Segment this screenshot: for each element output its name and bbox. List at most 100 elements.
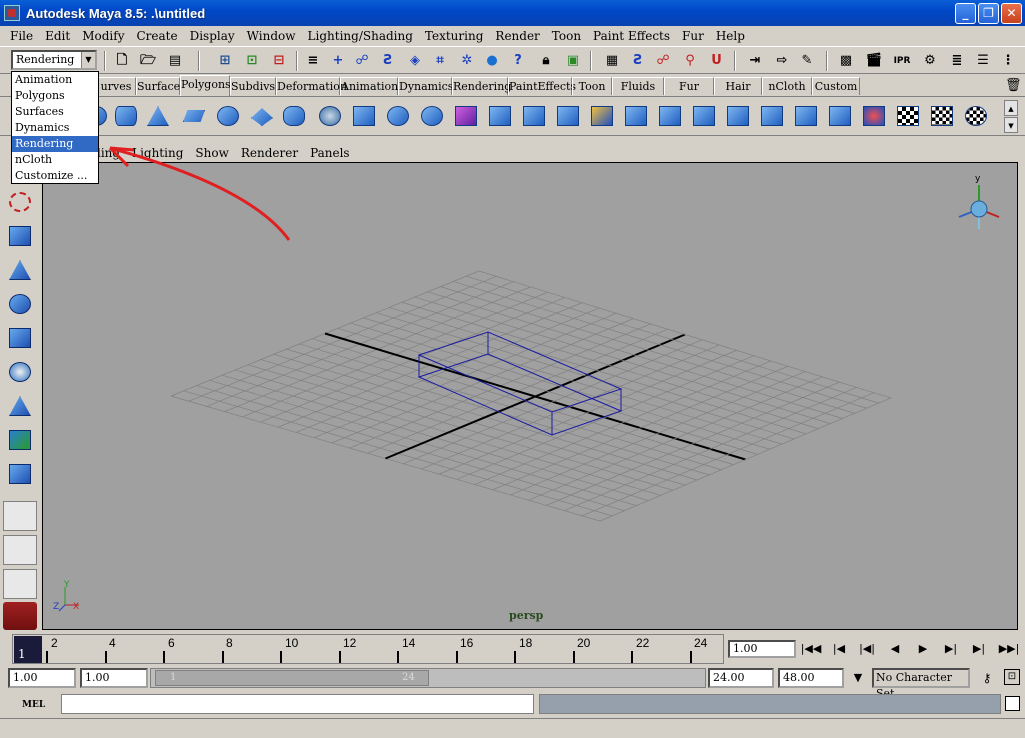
step-back-key-button[interactable]: |◀| xyxy=(856,640,878,658)
render-region-icon[interactable]: ▣ xyxy=(563,51,583,71)
poly-combine-icon[interactable] xyxy=(348,100,380,132)
character-set-chevron-down-icon[interactable]: ▼ xyxy=(848,669,868,687)
poly-plane-icon[interactable] xyxy=(178,100,210,132)
curve-snap-icon[interactable]: Ƨ xyxy=(628,51,648,71)
step-back-frame-button[interactable]: |◀ xyxy=(828,640,850,658)
playback-start-field[interactable]: 1.00 xyxy=(80,668,148,688)
tab-painteffects[interactable]: PaintEffects xyxy=(508,77,576,95)
last-used-tool-icon[interactable] xyxy=(3,458,37,490)
lock-icon[interactable]: 🔒︎ xyxy=(536,51,556,71)
poly-split-icon[interactable] xyxy=(620,100,652,132)
character-set-field[interactable]: No Character Set xyxy=(872,668,970,700)
range-slider-bar[interactable]: 1 24 xyxy=(150,668,706,688)
panel-menu-show[interactable]: Show xyxy=(189,146,234,160)
rotate-tool-icon[interactable] xyxy=(3,288,37,320)
scale-tool-icon[interactable] xyxy=(3,322,37,354)
tab-subdivs[interactable]: Subdivs xyxy=(230,77,276,95)
tab-fur[interactable]: Fur xyxy=(664,77,714,95)
uv-sphere-checker-icon[interactable] xyxy=(960,100,992,132)
poly-wedge-icon[interactable] xyxy=(756,100,788,132)
render-sphere-icon[interactable]: ● xyxy=(482,51,502,71)
poly-cylinder-icon[interactable] xyxy=(110,100,142,132)
tab-surfaces[interactable]: Surfaces xyxy=(136,77,186,95)
current-frame-marker[interactable]: 1 xyxy=(14,636,42,663)
view-axis-gizmo[interactable] xyxy=(958,185,1000,229)
step-forward-key-button[interactable]: ▶| xyxy=(940,640,962,658)
snap-to-curve-icon[interactable]: ☍ xyxy=(352,51,372,71)
dropdown-item-animation[interactable]: Animation xyxy=(12,72,98,88)
panel-menu-panels[interactable]: Panels xyxy=(304,146,356,160)
step-forward-frame-button[interactable]: ▶| xyxy=(968,640,990,658)
time-slider-track[interactable]: 2 4 6 8 10 12 14 16 18 20 22 24 xyxy=(12,634,724,664)
poly-select-icon[interactable] xyxy=(314,100,346,132)
save-scene-icon[interactable]: ▤ xyxy=(165,51,185,71)
poly-extract-icon[interactable] xyxy=(416,100,448,132)
menu-create[interactable]: Create xyxy=(130,29,183,43)
ipr-render-icon[interactable]: IPR xyxy=(892,51,912,71)
menu-fur[interactable]: Fur xyxy=(676,29,710,43)
end-time-field[interactable]: 48.00 xyxy=(778,668,844,688)
persp-outliner-layout-icon[interactable] xyxy=(3,569,37,599)
select-by-object-icon[interactable]: ⊡ xyxy=(242,51,262,71)
tab-deformation[interactable]: Deformation xyxy=(276,77,347,95)
snap-to-grid-icon[interactable]: + xyxy=(328,51,348,71)
construction-edit-icon[interactable]: ✎ xyxy=(797,51,817,71)
render-view-icon[interactable]: ▩ xyxy=(836,51,856,71)
command-input[interactable] xyxy=(61,694,534,714)
menu-file[interactable]: File xyxy=(4,29,39,43)
range-slider-handle[interactable]: 1 24 xyxy=(155,670,429,686)
menu-modify[interactable]: Modify xyxy=(76,29,130,43)
snap-to-point-icon[interactable]: Ƨ xyxy=(378,51,398,71)
dropdown-item-rendering[interactable]: Rendering xyxy=(12,136,98,152)
menu-window[interactable]: Window xyxy=(241,29,302,43)
menu-toon[interactable]: Toon xyxy=(546,29,587,43)
poly-merge-icon[interactable] xyxy=(688,100,720,132)
chevron-down-icon[interactable]: ▼ xyxy=(81,52,95,68)
poly-extrude-icon[interactable] xyxy=(518,100,550,132)
selected-box-wireframe[interactable] xyxy=(417,331,623,436)
paint-select-tool-icon[interactable] xyxy=(3,220,37,252)
universal-manipulator-icon[interactable] xyxy=(3,356,37,388)
menu-paint-effects[interactable]: Paint Effects xyxy=(587,29,676,43)
poly-sculpt-icon[interactable] xyxy=(858,100,890,132)
open-scene-icon[interactable]: 🗁 xyxy=(138,51,158,71)
move-tool-icon[interactable] xyxy=(3,254,37,286)
dropdown-item-polygons[interactable]: Polygons xyxy=(12,88,98,104)
dropdown-item-dynamics[interactable]: Dynamics xyxy=(12,120,98,136)
tab-animation[interactable]: Animation xyxy=(340,77,398,95)
four-view-layout-icon[interactable] xyxy=(3,535,37,565)
playback-end-field[interactable]: 24.00 xyxy=(708,668,774,688)
maximize-button[interactable]: ❐ xyxy=(978,3,999,24)
play-forwards-button[interactable]: ▶ xyxy=(912,640,934,658)
grid-render-icon[interactable]: ▦ xyxy=(602,51,622,71)
input-arrow-icon[interactable]: ⇥ xyxy=(745,51,765,71)
menu-help[interactable]: Help xyxy=(710,29,751,43)
poly-prism-icon[interactable] xyxy=(246,100,278,132)
render-current-frame-icon[interactable]: 🎬︎ xyxy=(864,51,884,71)
tab-custom[interactable]: Custom xyxy=(812,77,860,95)
channel-box-icon[interactable]: ⋮ xyxy=(998,51,1018,71)
minimize-button[interactable]: _ xyxy=(955,3,976,24)
lasso-tool-icon[interactable] xyxy=(3,186,37,218)
tab-rendering[interactable]: Rendering xyxy=(452,77,511,95)
perspective-viewport[interactable]: y Y X Z persp xyxy=(42,162,1018,630)
maya-logo-icon[interactable] xyxy=(3,602,37,630)
start-time-field[interactable]: 1.00 xyxy=(8,668,76,688)
poly-boolean-icon[interactable] xyxy=(484,100,516,132)
shelf-scroll-up-icon[interactable]: ▲ xyxy=(1004,100,1018,116)
menu-edit[interactable]: Edit xyxy=(39,29,76,43)
magnet-point-icon[interactable]: ☍ xyxy=(653,51,673,71)
help-question-icon[interactable]: ? xyxy=(508,51,528,71)
new-scene-icon[interactable]: 🗋 xyxy=(112,51,132,71)
panel-menu-renderer[interactable]: Renderer xyxy=(235,146,304,160)
single-perspective-layout-icon[interactable] xyxy=(3,501,37,531)
menu-display[interactable]: Display xyxy=(184,29,241,43)
poly-cone-icon[interactable] xyxy=(142,100,174,132)
hypershade-icon[interactable]: ≣ xyxy=(947,51,967,71)
tab-ncloth[interactable]: nCloth xyxy=(762,77,812,95)
tab-polygons[interactable]: Polygons xyxy=(180,75,231,96)
uv-cube-checker-icon[interactable] xyxy=(926,100,958,132)
show-manipulator-icon[interactable] xyxy=(3,424,37,456)
mel-label[interactable]: MEL xyxy=(22,700,45,710)
animation-preferences-icon[interactable]: ⊡ xyxy=(1004,669,1020,685)
